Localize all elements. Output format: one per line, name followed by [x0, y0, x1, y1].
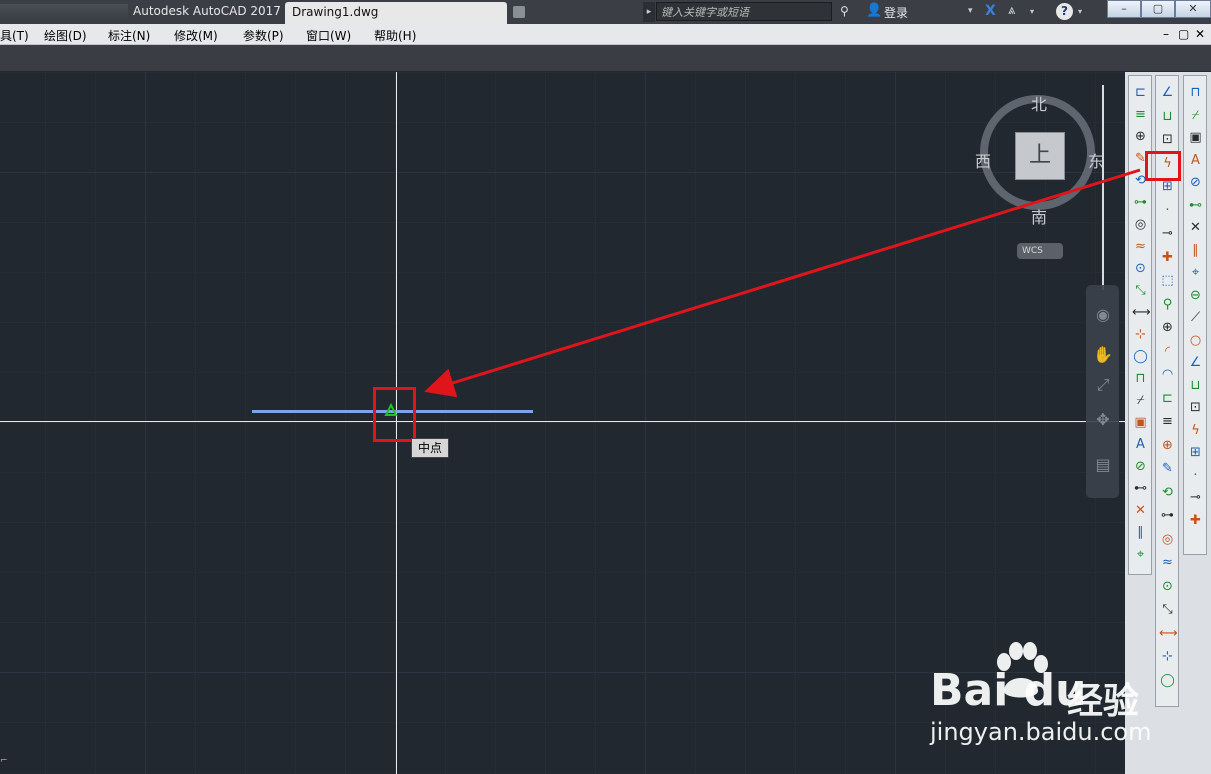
watermark-cn: 经验: [1067, 681, 1140, 722]
watermark-url: jingyan.baidu.com: [930, 718, 1152, 746]
ucs-icon: ⌐: [0, 756, 8, 766]
watermark-brand: Bai du: [930, 665, 1087, 716]
